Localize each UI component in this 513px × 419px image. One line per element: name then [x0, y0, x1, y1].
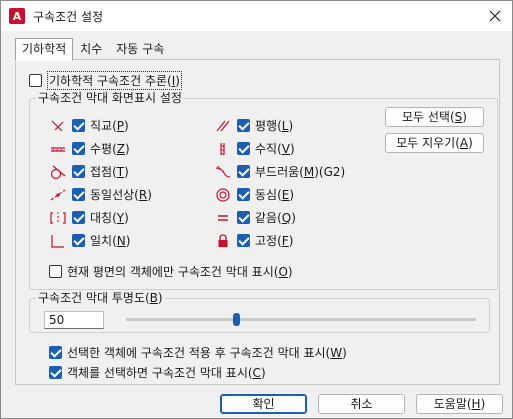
window-title: 구속조건 설정 — [33, 10, 104, 24]
show-when-selected-label: 객체를 선택하면 구속조건 막대 표시(C) — [67, 366, 266, 380]
perpendicular-label: 직교(P) — [90, 119, 129, 133]
close-icon — [489, 10, 501, 22]
show-when-selected-checkbox[interactable] — [49, 366, 62, 379]
vertical-icon — [220, 142, 225, 155]
constraint-settings-dialog: A 구속조건 설정 기하학적 치수 자동 구속 기하학적 구속조건 추론(I) … — [0, 0, 513, 419]
constraint-perpendicular[interactable]: 직교(P) — [49, 117, 129, 134]
constraint-concentric[interactable]: 동심(E) — [214, 186, 294, 203]
vertical-label: 수직(V) — [255, 142, 295, 156]
help-button[interactable]: 도움말(H) — [416, 394, 503, 414]
tab-autoconstrain[interactable]: 자동 구속 — [109, 38, 171, 60]
coincident-icon — [51, 234, 64, 248]
horizontal-icon — [51, 146, 65, 152]
parallel-checkbox[interactable] — [237, 119, 250, 132]
symmetric-label: 대칭(Y) — [90, 211, 129, 225]
smooth-checkbox[interactable] — [237, 165, 250, 178]
parallel-label: 평행(L) — [255, 119, 294, 133]
show-when-selected-option[interactable]: 객체를 선택하면 구속조건 막대 표시(C) — [49, 364, 266, 381]
ok-button[interactable]: 확인 — [220, 394, 307, 414]
coincident-label: 일치(N) — [90, 234, 131, 248]
close-button[interactable] — [484, 5, 506, 27]
tangent-label: 접점(T) — [90, 165, 129, 179]
collinear-icon — [50, 189, 66, 200]
symmetric-icon — [50, 211, 66, 224]
horizontal-checkbox[interactable] — [72, 142, 85, 155]
constraint-tangent[interactable]: 접점(T) — [49, 163, 129, 180]
transparency-slider-thumb[interactable] — [232, 313, 240, 326]
transparency-slider-track[interactable] — [126, 318, 476, 321]
current-plane-only-label: 현재 평면의 객체에만 구속조건 막대 표시(O) — [67, 265, 293, 279]
infer-constraints-label: 기하학적 구속조건 추론(I) — [47, 71, 182, 90]
show-after-apply-checkbox[interactable] — [49, 346, 62, 359]
fix-checkbox[interactable] — [237, 234, 250, 247]
equal-label: 같음(Q) — [255, 211, 296, 225]
collinear-checkbox[interactable] — [72, 188, 85, 201]
constraint-parallel[interactable]: 평행(L) — [214, 117, 293, 134]
select-all-button[interactable]: 모두 선택(S) — [385, 107, 484, 127]
tangent-checkbox[interactable] — [72, 165, 85, 178]
cancel-button[interactable]: 취소 — [318, 394, 405, 414]
concentric-label: 동심(E) — [255, 188, 295, 202]
fix-label: 고정(F) — [255, 234, 294, 248]
constraint-smooth[interactable]: 부드러움(M)(G2) — [214, 163, 345, 180]
constraint-vertical[interactable]: 수직(V) — [214, 140, 295, 157]
show-after-apply-option[interactable]: 선택한 객체에 구속조건 적용 후 구속조건 막대 표시(W) — [49, 344, 347, 361]
clear-all-button[interactable]: 모두 지우기(A) — [385, 133, 484, 153]
smooth-label: 부드러움(M)(G2) — [255, 165, 346, 179]
current-plane-only-option[interactable]: 현재 평면의 객체에만 구속조건 막대 표시(O) — [49, 263, 293, 280]
transparency-input[interactable]: 50 — [44, 311, 104, 329]
constraint-coincident[interactable]: 일치(N) — [49, 232, 130, 249]
vertical-checkbox[interactable] — [237, 142, 250, 155]
tangent-icon — [50, 165, 66, 179]
smooth-icon — [215, 165, 231, 178]
constraint-symmetric[interactable]: 대칭(Y) — [49, 209, 129, 226]
tab-dimensional[interactable]: 치수 — [73, 38, 109, 60]
collinear-label: 동일선상(R) — [90, 188, 152, 202]
title-bar: A 구속조건 설정 — [1, 1, 512, 31]
current-plane-only-checkbox[interactable] — [49, 265, 62, 278]
concentric-icon — [216, 187, 230, 202]
group-label: 구속조건 막대 화면표시 설정 — [36, 91, 184, 105]
lock-icon — [218, 233, 228, 247]
constraint-collinear[interactable]: 동일선상(R) — [49, 186, 152, 203]
perpendicular-icon — [51, 120, 64, 131]
constraint-fix[interactable]: 고정(F) — [214, 232, 293, 249]
perpendicular-checkbox[interactable] — [72, 119, 85, 132]
autocad-app-icon: A — [9, 8, 25, 24]
infer-constraints-checkbox[interactable] — [29, 74, 42, 87]
transparency-group-label: 구속조건 막대 투명도(B) — [36, 291, 165, 305]
constraint-horizontal[interactable]: 수평(Z) — [49, 140, 130, 157]
tab-strip: 기하학적 치수 자동 구속 — [15, 38, 171, 61]
tab-geometric[interactable]: 기하학적 — [15, 38, 74, 61]
equal-icon — [218, 214, 228, 221]
show-after-apply-label: 선택한 객체에 구속조건 적용 후 구속조건 막대 표시(W) — [67, 346, 347, 360]
infer-constraints-option[interactable]: 기하학적 구속조건 추론(I) — [29, 71, 182, 90]
concentric-checkbox[interactable] — [237, 188, 250, 201]
symmetric-checkbox[interactable] — [72, 211, 85, 224]
parallel-icon — [216, 120, 230, 131]
equal-checkbox[interactable] — [237, 211, 250, 224]
horizontal-label: 수평(Z) — [90, 142, 130, 156]
constraint-equal[interactable]: 같음(Q) — [214, 209, 296, 226]
coincident-checkbox[interactable] — [72, 234, 85, 247]
